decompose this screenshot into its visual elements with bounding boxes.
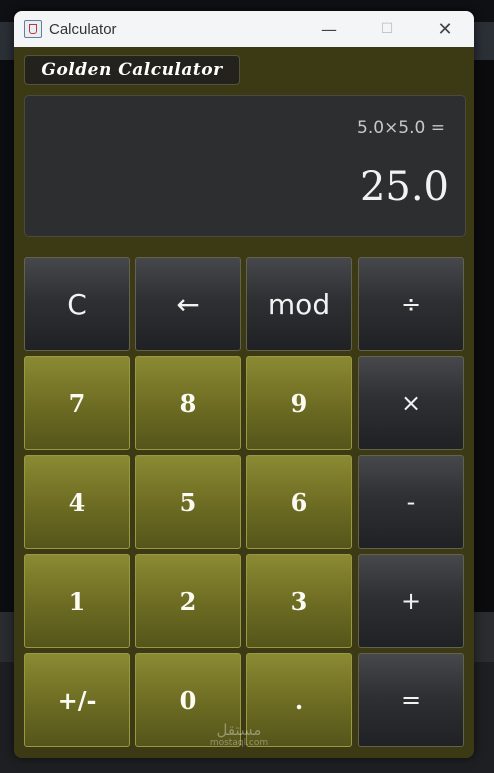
minimize-icon: — (321, 19, 337, 39)
close-icon: ✕ (437, 18, 453, 40)
digit-1-button[interactable]: 1 (24, 554, 130, 648)
watermark-domain: mostaql.com (209, 738, 269, 748)
digit-5-button[interactable]: 5 (135, 455, 241, 549)
add-button[interactable]: + (358, 554, 464, 648)
window-title: Calculator (49, 20, 117, 38)
mod-button[interactable]: mod (246, 257, 352, 351)
desktop-background-right (474, 60, 494, 615)
digit-3-button[interactable]: 3 (246, 554, 352, 648)
multiply-button[interactable]: × (358, 356, 464, 450)
java-app-icon (24, 20, 42, 38)
watermark: مستقل mostaql.com (206, 722, 272, 748)
maximize-button[interactable]: ☐ (358, 11, 416, 47)
expression-display: 5.0×5.0 = (357, 118, 445, 138)
digit-2-button[interactable]: 2 (135, 554, 241, 648)
minimize-button[interactable]: — (300, 11, 358, 47)
result-display: 25.0 (359, 164, 449, 210)
desktop-background-left (0, 60, 14, 620)
window-controls: — ☐ ✕ (300, 11, 474, 47)
negate-button[interactable]: +/- (24, 653, 130, 747)
digit-9-button[interactable]: 9 (246, 356, 352, 450)
digit-6-button[interactable]: 6 (246, 455, 352, 549)
divide-button[interactable]: ÷ (358, 257, 464, 351)
digit-4-button[interactable]: 4 (24, 455, 130, 549)
close-button[interactable]: ✕ (416, 11, 474, 47)
digit-8-button[interactable]: 8 (135, 356, 241, 450)
subtract-button[interactable]: - (358, 455, 464, 549)
calculator-window: Calculator — ☐ ✕ Golden Calculator 5.0×5… (14, 11, 474, 758)
digit-7-button[interactable]: 7 (24, 356, 130, 450)
maximize-icon: ☐ (380, 21, 394, 37)
watermark-logo: مستقل (216, 721, 262, 739)
display-panel: 5.0×5.0 = 25.0 (24, 95, 466, 237)
calculator-body: Golden Calculator 5.0×5.0 = 25.0 C ← mod… (14, 47, 474, 758)
brand-label: Golden Calculator (24, 55, 240, 85)
title-bar[interactable]: Calculator — ☐ ✕ (14, 11, 474, 47)
backspace-button[interactable]: ← (135, 257, 241, 351)
equals-button[interactable]: = (358, 653, 464, 747)
clear-button[interactable]: C (24, 257, 130, 351)
